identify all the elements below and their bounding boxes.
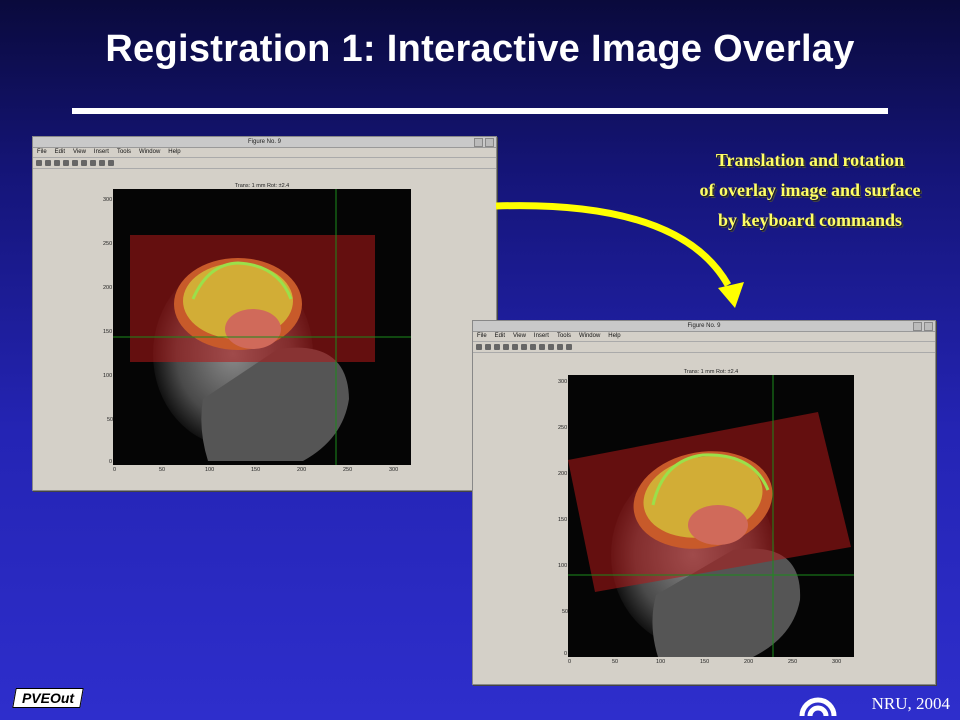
caption-line: of overlay image and surface bbox=[699, 180, 921, 200]
caption-text: Translation and rotation of overlay imag… bbox=[660, 145, 960, 235]
caption-line: by keyboard commands bbox=[717, 210, 903, 230]
curved-arrow-icon bbox=[495, 202, 744, 308]
nru-logo-icon bbox=[799, 697, 837, 717]
footer-credit: NRU, 2004 bbox=[871, 694, 950, 713]
pveout-logo: PVEOut bbox=[12, 688, 84, 708]
caption-line: Translation and rotation bbox=[715, 150, 905, 170]
